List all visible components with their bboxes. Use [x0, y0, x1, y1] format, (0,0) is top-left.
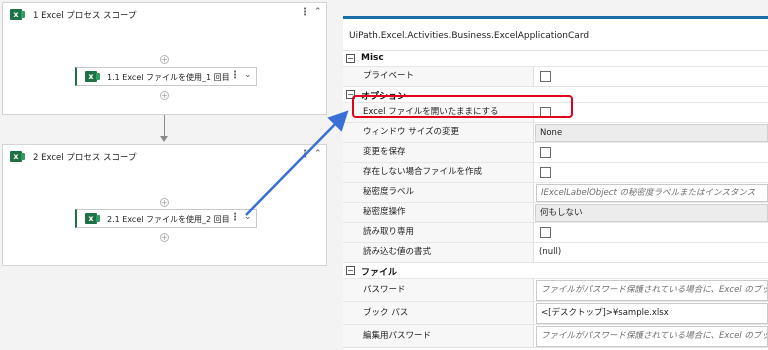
properties-panel: UiPath.Excel.Activities.Business.ExcelAp… [343, 16, 768, 350]
property-label: 秘密度操作 [343, 203, 534, 222]
expand-icon[interactable]: ⌄ [244, 212, 252, 222]
scope-title: 1 Excel プロセス スコープ [33, 11, 137, 21]
property-create-if-missing: 存在しない場合ファイルを作成 [343, 162, 768, 182]
private-checkbox[interactable] [540, 71, 551, 82]
property-label: Excel ファイルを開いたままにする [343, 103, 534, 122]
sensitivity-label-input[interactable]: IExcelLabelObject の秘密度ラベルまたはインスタンス [536, 184, 768, 202]
property-save-changes: 変更を保存 [343, 142, 768, 162]
property-label: 読み込む値の書式 [343, 243, 534, 262]
add-activity-icon[interactable]: + [160, 91, 169, 100]
use-excel-file-activity-2[interactable]: x 2.1 Excel ファイルを使用_2 回目 ⋮ ⌄ [75, 209, 257, 228]
read-format-value[interactable]: (null) [535, 243, 768, 262]
connector-arrowhead [160, 136, 168, 142]
property-window-size: ウィンドウ サイズの変更 None [343, 122, 768, 142]
keep-file-open-checkbox[interactable] [540, 107, 551, 118]
excel-icon: x [85, 213, 100, 224]
category-options[interactable]: − オプション [343, 86, 768, 102]
collapse-toggle-icon[interactable]: − [346, 54, 355, 63]
add-activity-icon[interactable]: + [160, 55, 169, 64]
category-file[interactable]: − ファイル [343, 262, 768, 278]
activity-label: 1.1 Excel ファイルを使用_1 回目 [107, 73, 230, 82]
add-activity-icon[interactable]: + [160, 233, 169, 242]
property-password: パスワード ファイルがパスワード保護されている場合に、Excel のブッ [343, 278, 768, 301]
more-options-icon[interactable]: ⋮ [300, 149, 310, 160]
property-sensitivity-operation: 秘密度操作 何もしない [343, 202, 768, 222]
property-label: 存在しない場合ファイルを作成 [343, 163, 534, 182]
scope-title: 2 Excel プロセス スコープ [33, 153, 137, 163]
property-private: プライベート [343, 66, 768, 86]
property-label: 秘密度ラベル [343, 183, 534, 202]
excel-icon: x [85, 71, 100, 82]
scope-header[interactable]: x 2 Excel プロセス スコープ ⋮ ⌃ [3, 145, 326, 167]
create-if-missing-checkbox[interactable] [540, 167, 551, 178]
excel-icon: x [10, 9, 25, 20]
property-book-path: ブック パス <[デスクトップ]>¥sample.xlsx [343, 301, 768, 324]
sequence-connector [164, 115, 165, 137]
category-label: オプション [361, 92, 407, 102]
activity-label: 2.1 Excel ファイルを使用_2 回目 [107, 215, 230, 224]
excel-icon: x [10, 151, 25, 162]
property-keep-file-open: Excel ファイルを開いたままにする [343, 102, 768, 122]
category-label: ファイル [361, 268, 398, 278]
excel-process-scope-2[interactable]: x 2 Excel プロセス スコープ ⋮ ⌃ + x 2.1 Excel ファ… [2, 144, 327, 266]
sensitivity-operation-dropdown[interactable]: 何もしない [535, 204, 768, 222]
read-only-checkbox[interactable] [540, 227, 551, 238]
panel-title: UiPath.Excel.Activities.Business.ExcelAp… [349, 31, 590, 41]
property-label: ウィンドウ サイズの変更 [343, 123, 534, 142]
property-sensitivity-label: 秘密度ラベル IExcelLabelObject の秘密度ラベルまたはインスタン… [343, 182, 768, 202]
more-options-icon[interactable]: ⋮ [300, 7, 310, 18]
property-grid: − Misc プライベート − オプション Excel ファイルを開いたままにす… [343, 50, 768, 350]
password-input[interactable]: ファイルがパスワード保護されている場合に、Excel のブッ [536, 280, 768, 301]
property-label: ブック パス [343, 302, 534, 324]
scope-header[interactable]: x 1 Excel プロセス スコープ ⋮ ⌃ [3, 3, 326, 25]
property-edit-password: 編集用パスワード ファイルがパスワード保護されている場合に、Excel のブッ [343, 324, 768, 347]
collapse-icon[interactable]: ⌃ [314, 7, 322, 17]
property-label: プライベート [343, 67, 534, 86]
category-misc[interactable]: − Misc [343, 50, 768, 66]
save-changes-checkbox[interactable] [540, 147, 551, 158]
property-label: パスワード [343, 279, 534, 301]
excel-process-scope-1[interactable]: x 1 Excel プロセス スコープ ⋮ ⌃ + x 1.1 Excel ファ… [2, 2, 327, 115]
more-options-icon[interactable]: ⋮ [230, 70, 240, 81]
collapse-toggle-icon[interactable]: − [346, 90, 355, 99]
collapse-icon[interactable]: ⌃ [314, 149, 322, 159]
window-size-dropdown[interactable]: None [535, 124, 768, 142]
edit-password-input[interactable]: ファイルがパスワード保護されている場合に、Excel のブッ [536, 326, 768, 347]
category-label: Misc [361, 53, 384, 63]
book-path-input[interactable]: <[デスクトップ]>¥sample.xlsx [536, 303, 768, 324]
property-read-only: 読み取り専用 [343, 222, 768, 242]
add-activity-icon[interactable]: + [160, 198, 169, 207]
collapse-toggle-icon[interactable]: − [346, 266, 355, 275]
property-read-format: 読み込む値の書式 (null) [343, 242, 768, 262]
expand-icon[interactable]: ⌄ [244, 70, 252, 80]
property-label: 読み取り専用 [343, 223, 534, 242]
property-label: 編集用パスワード [343, 325, 534, 347]
use-excel-file-activity-1[interactable]: x 1.1 Excel ファイルを使用_1 回目 ⋮ ⌄ [75, 67, 257, 86]
more-options-icon[interactable]: ⋮ [230, 212, 240, 223]
property-label: 変更を保存 [343, 143, 534, 162]
